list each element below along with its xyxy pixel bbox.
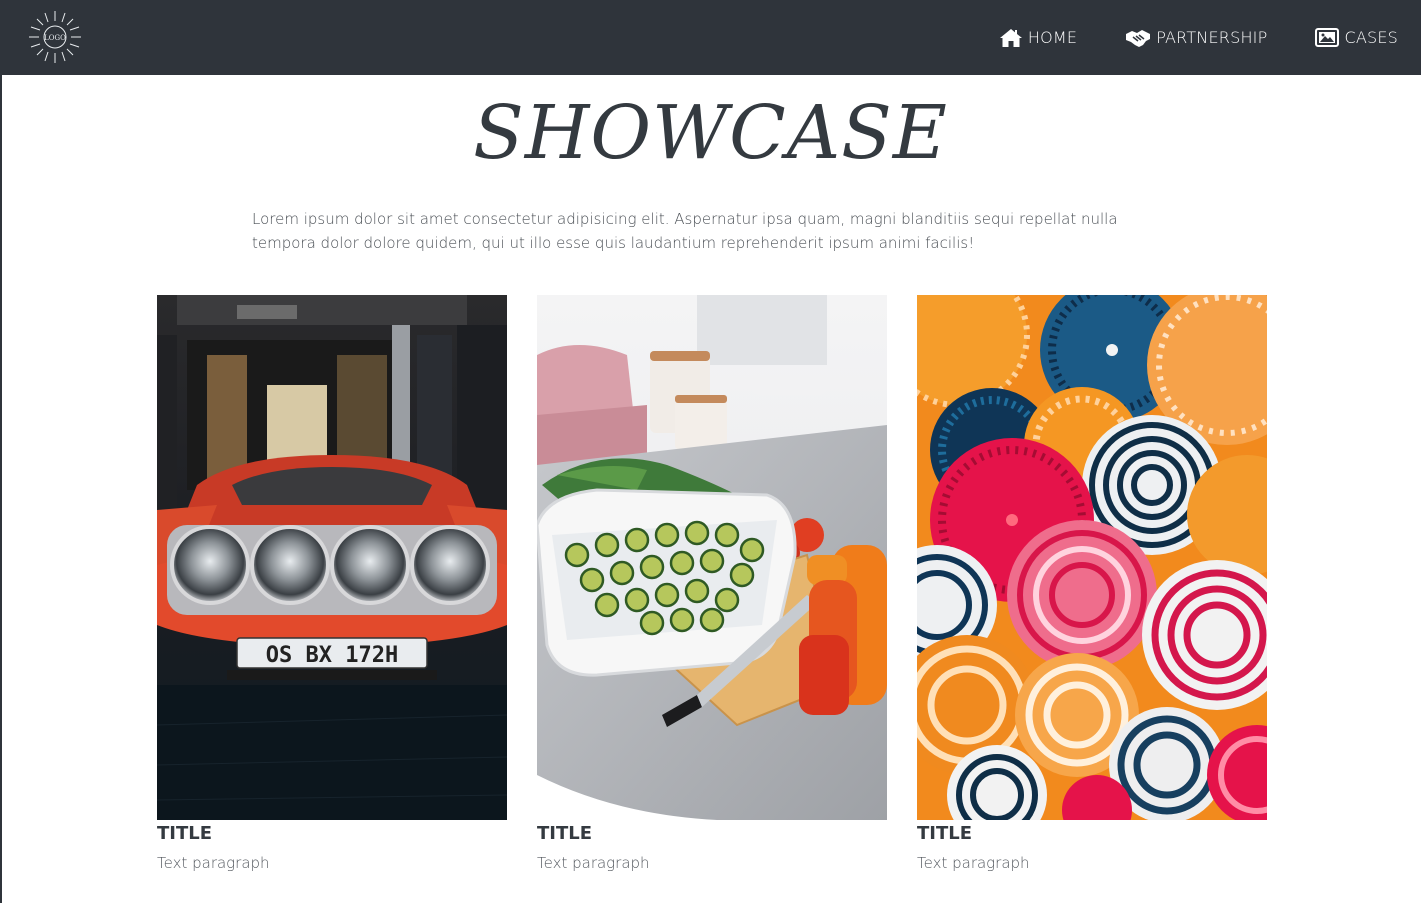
card-title: TITLE (157, 823, 213, 844)
images-icon (1315, 27, 1340, 47)
showcase-card-3[interactable]: TITLE Text paragraph (917, 295, 1267, 872)
logo[interactable]: LOGO (26, 8, 84, 66)
nav-link-home[interactable]: HOME (999, 28, 1077, 48)
showcase-card-2[interactable]: TITLE Text paragraph (537, 295, 887, 872)
kitchen-zucchini-image[interactable] (537, 295, 887, 820)
card-title: TITLE (917, 823, 973, 844)
page-title: SHOWCASE (473, 90, 948, 176)
navbar: LOGO HOME PARTNERSHIP CASES (0, 0, 1421, 75)
intro-paragraph: Lorem ipsum dolor sit amet consectetur a… (252, 210, 1118, 252)
nav-cases-label: CASES (1344, 28, 1398, 47)
nav-partnership-label: PARTNERSHIP (1156, 28, 1268, 47)
card-text: Text paragraph (537, 854, 650, 872)
showcase-card-1[interactable]: OS BX 172H TITLE Text paragraph (157, 295, 507, 872)
paper-fans-image[interactable] (917, 295, 1267, 820)
handshake-icon (1126, 29, 1151, 47)
red-rally-car-image[interactable]: OS BX 172H (157, 295, 507, 820)
svg-text:LOGO: LOGO (44, 34, 66, 42)
nav-link-partnership[interactable]: PARTNERSHIP (1125, 28, 1267, 48)
nav-home-label: HOME (1027, 28, 1078, 47)
svg-text:OS BX 172H: OS BX 172H (266, 643, 398, 668)
home-icon (999, 28, 1022, 47)
card-title: TITLE (537, 823, 593, 844)
nav-links: HOME PARTNERSHIP CASES (951, 0, 1398, 75)
card-text: Text paragraph (917, 854, 1030, 872)
nav-link-cases[interactable]: CASES (1315, 27, 1398, 48)
card-text: Text paragraph (157, 854, 270, 872)
logo-sunburst-icon: LOGO (29, 11, 81, 63)
